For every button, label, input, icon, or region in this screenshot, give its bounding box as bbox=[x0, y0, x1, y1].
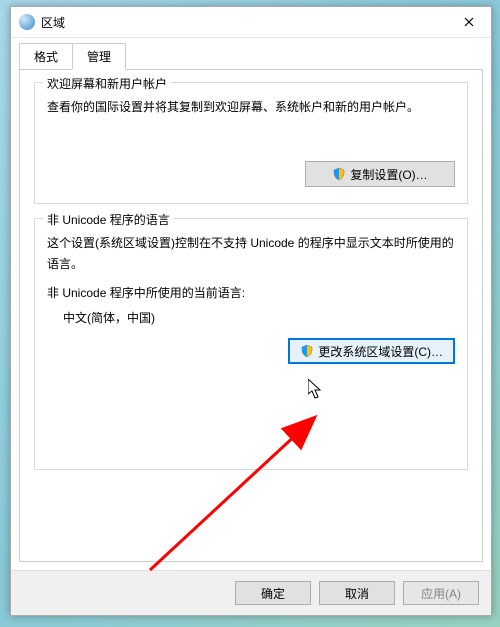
current-language-value: 中文(简体，中国) bbox=[63, 309, 455, 326]
tab-panel-admin: 欢迎屏幕和新用户帐户 查看你的国际设置并将其复制到欢迎屏幕、系统帐户和新的用户帐… bbox=[19, 69, 483, 562]
group-non-unicode-title: 非 Unicode 程序的语言 bbox=[43, 211, 174, 228]
globe-icon bbox=[19, 14, 35, 30]
group-non-unicode-desc: 这个设置(系统区域设置)控制在不支持 Unicode 的程序中显示文本时所使用的… bbox=[47, 233, 455, 274]
tab-admin[interactable]: 管理 bbox=[72, 43, 126, 70]
tab-strip: 格式 管理 bbox=[11, 38, 491, 69]
group-non-unicode: 非 Unicode 程序的语言 这个设置(系统区域设置)控制在不支持 Unico… bbox=[34, 218, 468, 470]
group-welcome-accounts: 欢迎屏幕和新用户帐户 查看你的国际设置并将其复制到欢迎屏幕、系统帐户和新的用户帐… bbox=[34, 82, 468, 204]
shield-icon bbox=[332, 167, 346, 181]
current-language-label: 非 Unicode 程序中所使用的当前语言: bbox=[47, 284, 455, 301]
copy-settings-label: 复制设置(O)… bbox=[350, 166, 427, 183]
titlebar: 区域 bbox=[11, 7, 491, 38]
change-system-locale-label: 更改系统区域设置(C)… bbox=[318, 343, 443, 360]
dialog-button-row: 确定 取消 应用(A) bbox=[11, 570, 491, 615]
group-welcome-title: 欢迎屏幕和新用户帐户 bbox=[43, 75, 171, 92]
dialog-title: 区域 bbox=[41, 14, 446, 31]
copy-settings-button[interactable]: 复制设置(O)… bbox=[305, 161, 455, 187]
close-button[interactable] bbox=[446, 7, 491, 37]
shield-icon bbox=[300, 344, 314, 358]
group-welcome-desc: 查看你的国际设置并将其复制到欢迎屏幕、系统帐户和新的用户帐户。 bbox=[47, 97, 455, 117]
close-icon bbox=[464, 17, 474, 27]
ok-button[interactable]: 确定 bbox=[235, 581, 311, 605]
region-dialog: 区域 格式 管理 欢迎屏幕和新用户帐户 查看你的国际设置并将其复制到欢迎屏幕、系… bbox=[10, 6, 492, 616]
apply-button[interactable]: 应用(A) bbox=[403, 581, 479, 605]
change-system-locale-button[interactable]: 更改系统区域设置(C)… bbox=[288, 338, 455, 364]
cancel-button[interactable]: 取消 bbox=[319, 581, 395, 605]
tab-format[interactable]: 格式 bbox=[19, 43, 73, 70]
